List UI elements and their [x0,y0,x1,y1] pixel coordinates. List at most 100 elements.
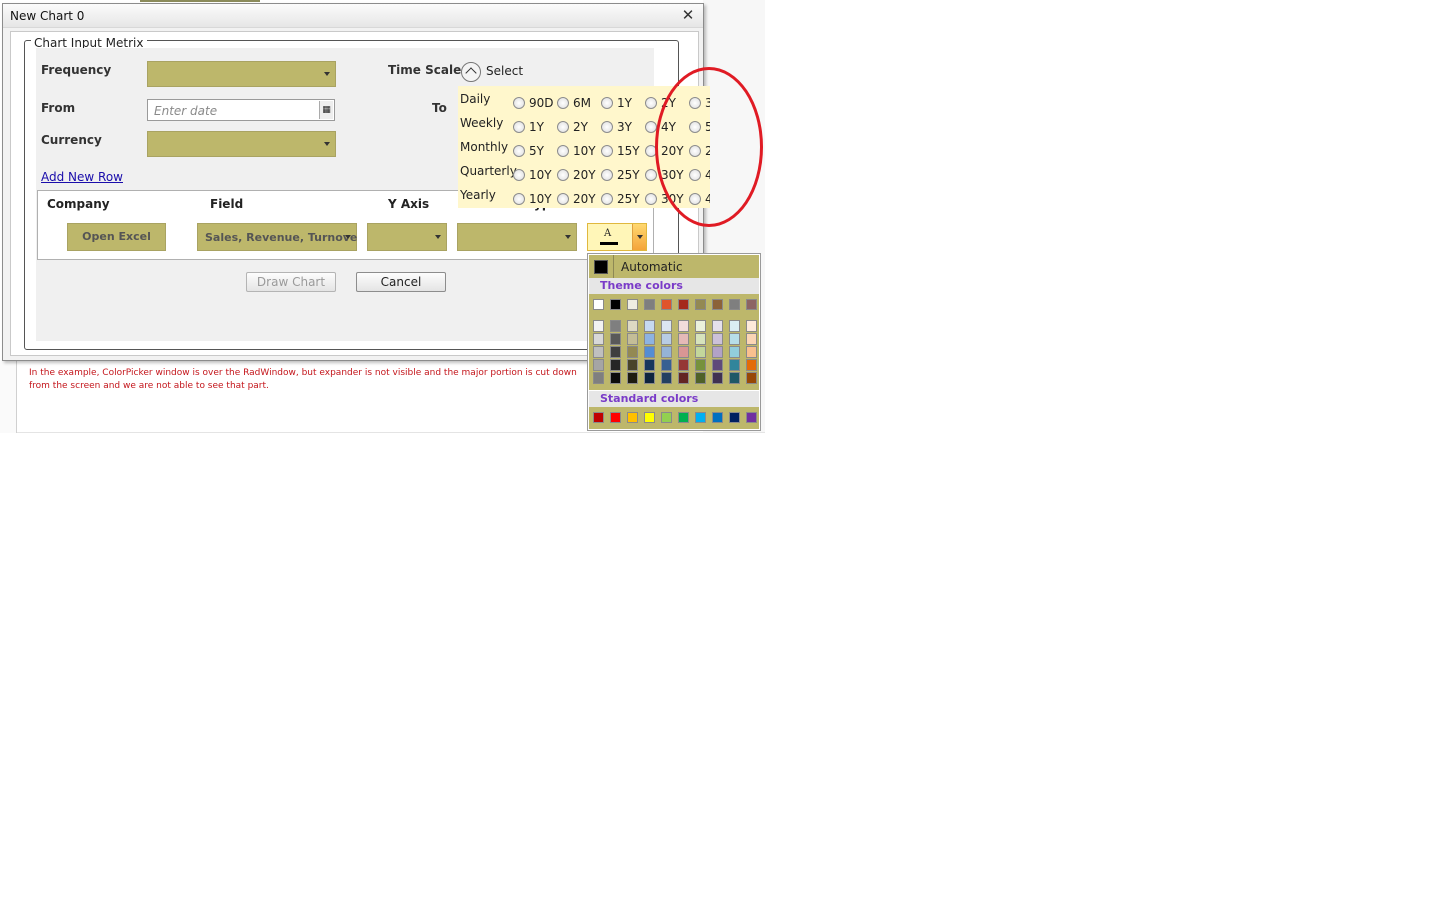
time-scale-radio[interactable] [557,169,569,181]
time-scale-radio[interactable] [513,169,525,181]
standard-color-swatch[interactable] [712,412,723,423]
theme-shade-swatch[interactable] [729,333,740,345]
theme-shade-swatch[interactable] [712,320,723,332]
theme-shade-swatch[interactable] [627,320,638,332]
theme-shade-swatch[interactable] [644,320,655,332]
theme-shade-swatch[interactable] [729,346,740,358]
time-scale-radio[interactable] [513,97,525,109]
theme-shade-swatch[interactable] [712,346,723,358]
time-scale-radio[interactable] [645,193,657,205]
expander-header[interactable]: Select [486,64,523,78]
theme-shade-swatch[interactable] [729,320,740,332]
theme-shade-swatch[interactable] [661,372,672,384]
expander-collapse-icon[interactable] [461,62,481,82]
theme-shade-swatch[interactable] [661,359,672,371]
frequency-combobox[interactable] [147,61,336,87]
standard-color-swatch[interactable] [627,412,638,423]
time-scale-radio[interactable] [645,169,657,181]
theme-color-swatch[interactable] [610,299,621,310]
theme-color-swatch[interactable] [644,299,655,310]
standard-color-swatch[interactable] [729,412,740,423]
standard-color-swatch[interactable] [610,412,621,423]
theme-shade-swatch[interactable] [712,359,723,371]
calendar-icon[interactable]: ▦ [319,101,333,119]
theme-shade-swatch[interactable] [593,346,604,358]
time-scale-radio[interactable] [557,97,569,109]
chart-type-combobox[interactable] [457,223,577,251]
theme-shade-swatch[interactable] [746,359,757,371]
from-date-input[interactable]: Enter date ▦ [147,99,335,121]
theme-shade-swatch[interactable] [746,333,757,345]
theme-shade-swatch[interactable] [610,346,621,358]
theme-shade-swatch[interactable] [712,333,723,345]
theme-shade-swatch[interactable] [695,372,706,384]
theme-color-swatch[interactable] [712,299,723,310]
cancel-button[interactable]: Cancel [356,272,446,292]
y-axis-combobox[interactable] [367,223,447,251]
standard-color-swatch[interactable] [593,412,604,423]
theme-color-swatch[interactable] [746,299,757,310]
time-scale-radio[interactable] [557,193,569,205]
theme-shade-swatch[interactable] [678,346,689,358]
theme-shade-swatch[interactable] [627,346,638,358]
theme-color-swatch[interactable] [593,299,604,310]
theme-shade-swatch[interactable] [695,346,706,358]
theme-shade-swatch[interactable] [644,372,655,384]
draw-chart-button[interactable]: Draw Chart [246,272,336,292]
theme-shade-swatch[interactable] [644,346,655,358]
color-dropdown-toggle[interactable] [632,224,646,250]
time-scale-radio[interactable] [557,145,569,157]
theme-shade-swatch[interactable] [678,372,689,384]
time-scale-radio[interactable] [601,97,613,109]
standard-color-swatch[interactable] [661,412,672,423]
time-scale-radio[interactable] [601,145,613,157]
standard-color-swatch[interactable] [644,412,655,423]
open-excel-button[interactable]: Open Excel [67,223,166,251]
theme-color-swatch[interactable] [661,299,672,310]
theme-shade-swatch[interactable] [593,372,604,384]
time-scale-radio[interactable] [557,121,569,133]
field-combobox[interactable]: Sales, Revenue, Turnove [197,223,357,251]
standard-color-swatch[interactable] [746,412,757,423]
theme-shade-swatch[interactable] [729,359,740,371]
theme-shade-swatch[interactable] [695,320,706,332]
add-new-row-link[interactable]: Add New Row [41,170,123,184]
theme-shade-swatch[interactable] [593,320,604,332]
window-titlebar[interactable]: New Chart 0 ✕ [3,4,703,28]
theme-shade-swatch[interactable] [746,320,757,332]
theme-shade-swatch[interactable] [729,372,740,384]
time-scale-radio[interactable] [601,169,613,181]
theme-shade-swatch[interactable] [746,372,757,384]
standard-color-swatch[interactable] [695,412,706,423]
theme-shade-swatch[interactable] [678,333,689,345]
theme-shade-swatch[interactable] [610,333,621,345]
color-picker-button[interactable]: A [587,223,647,251]
theme-color-swatch[interactable] [627,299,638,310]
currency-combobox[interactable] [147,131,336,157]
theme-color-swatch[interactable] [695,299,706,310]
automatic-color-option[interactable]: Automatic [589,255,759,278]
theme-shade-swatch[interactable] [627,359,638,371]
theme-color-swatch[interactable] [729,299,740,310]
theme-shade-swatch[interactable] [661,346,672,358]
time-scale-radio[interactable] [513,193,525,205]
theme-shade-swatch[interactable] [593,333,604,345]
time-scale-radio[interactable] [645,97,657,109]
theme-shade-swatch[interactable] [678,359,689,371]
time-scale-radio[interactable] [513,145,525,157]
theme-shade-swatch[interactable] [661,320,672,332]
standard-color-swatch[interactable] [678,412,689,423]
theme-color-swatch[interactable] [678,299,689,310]
theme-shade-swatch[interactable] [610,372,621,384]
theme-shade-swatch[interactable] [644,333,655,345]
theme-shade-swatch[interactable] [746,346,757,358]
theme-shade-swatch[interactable] [678,320,689,332]
theme-shade-swatch[interactable] [712,372,723,384]
theme-shade-swatch[interactable] [593,359,604,371]
theme-shade-swatch[interactable] [627,333,638,345]
theme-shade-swatch[interactable] [695,333,706,345]
theme-shade-swatch[interactable] [695,359,706,371]
theme-shade-swatch[interactable] [627,372,638,384]
time-scale-radio[interactable] [601,193,613,205]
theme-shade-swatch[interactable] [661,333,672,345]
